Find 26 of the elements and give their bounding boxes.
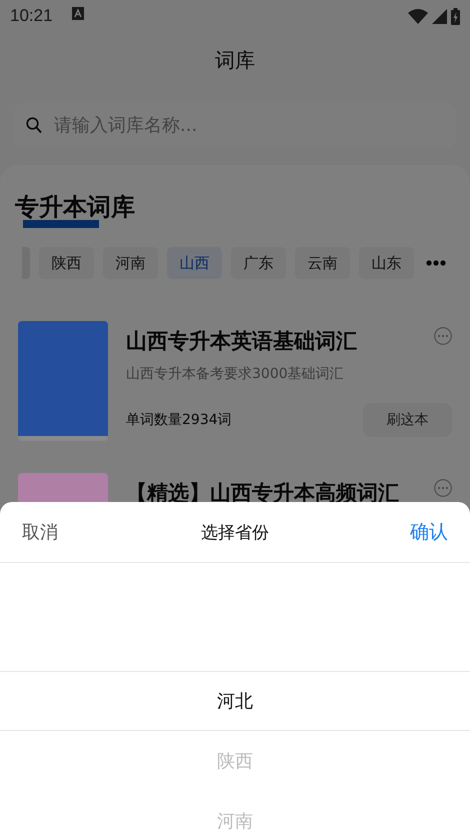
province-tab[interactable]: 河南: [103, 247, 158, 279]
book-description: 山西专升本备考要求3000基础词汇: [126, 365, 345, 383]
province-tab[interactable]: 广东: [231, 247, 286, 279]
sheet-title: 选择省份: [201, 522, 269, 542]
study-button[interactable]: 刷这本: [363, 403, 452, 437]
search-icon: [26, 117, 42, 134]
book-title: 山西专升本英语基础词汇: [126, 328, 358, 355]
book-title: 【精选】山西专升本高频词汇: [126, 480, 400, 507]
page-title: 词库: [215, 46, 255, 74]
province-tab[interactable]: 陕西: [39, 247, 94, 279]
battery-icon: [451, 8, 460, 24]
province-tab[interactable]: 山东: [359, 247, 414, 279]
signal-icon: [432, 8, 447, 24]
section-title: 专升本词库: [15, 192, 135, 223]
confirm-button[interactable]: 确认: [410, 519, 448, 545]
province-tab[interactable]: 山西: [167, 247, 222, 279]
word-count: 单词数量2934词: [126, 411, 232, 429]
more-icon[interactable]: [434, 479, 452, 497]
cancel-button[interactable]: 取消: [22, 520, 58, 544]
more-icon[interactable]: [426, 260, 446, 266]
clock-time: 10:21: [10, 6, 53, 26]
more-icon[interactable]: [434, 327, 452, 345]
province-tab[interactable]: 云南: [295, 247, 350, 279]
wifi-icon: [408, 8, 428, 24]
notification-icon: [72, 7, 84, 20]
picker-option[interactable]: 河北: [0, 671, 470, 731]
